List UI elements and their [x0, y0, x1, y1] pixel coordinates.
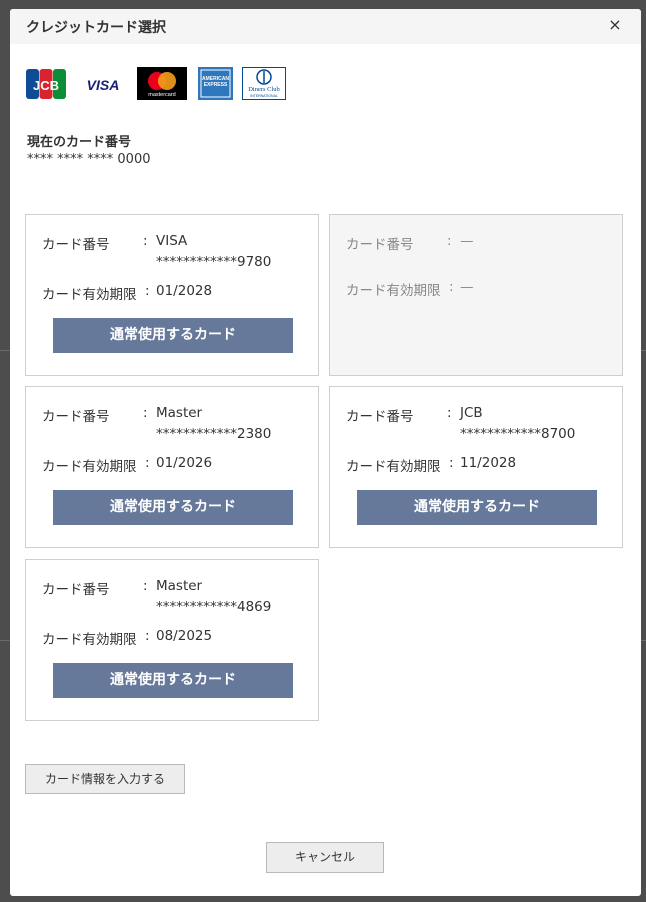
- card-expiry: 01/2028: [156, 283, 213, 299]
- card-expiry-label: カード有効期限: [42, 632, 137, 648]
- colon: :: [145, 455, 150, 471]
- mastercard-logo-icon: mastercard: [137, 67, 187, 100]
- colon: :: [143, 578, 148, 594]
- card-expiry-label: カード有効期限: [346, 283, 441, 299]
- card-number-label: カード番号: [346, 237, 414, 253]
- colon: :: [449, 455, 454, 471]
- card-expiry: 01/2026: [156, 455, 213, 471]
- card-brand: Master: [156, 578, 203, 594]
- card-slot-4: カード番号 : JCB ************8700 カード有効期限 : 1…: [329, 386, 623, 548]
- card-number-label: カード番号: [42, 409, 110, 425]
- visa-logo-text: VISA: [87, 77, 120, 93]
- diners-club-logo-icon: Diners Club INTERNATIONAL: [242, 67, 286, 100]
- card-brand: JCB: [460, 405, 483, 421]
- card-number-label: カード番号: [42, 237, 110, 253]
- colon: :: [145, 628, 150, 644]
- jcb-logo-text: JCB: [33, 78, 59, 93]
- current-card-label: 現在のカード番号: [27, 135, 132, 150]
- card-select-modal: クレジットカード選択 × JCB VISA mastercard AMERICA…: [10, 9, 641, 896]
- card-number: ************8700: [460, 426, 576, 442]
- diners-logo-text: Diners Club: [248, 86, 280, 93]
- card-brand: VISA: [156, 233, 188, 249]
- card-expiry-label: カード有効期限: [42, 287, 137, 303]
- card-expiry: 08/2025: [156, 628, 213, 644]
- use-as-default-button[interactable]: 通常使用するカード: [53, 490, 293, 525]
- card-slot-3: カード番号 : Master ************2380 カード有効期限 …: [25, 386, 319, 548]
- card-slot-2: カード番号 : — カード有効期限 : —: [329, 214, 623, 376]
- card-expiry-label: カード有効期限: [346, 459, 441, 475]
- enter-card-info-button[interactable]: カード情報を入力する: [25, 764, 185, 794]
- amex-logo-icon: AMERICAN EXPRESS: [198, 67, 233, 100]
- use-as-default-button[interactable]: 通常使用するカード: [357, 490, 597, 525]
- card-expiry: —: [460, 279, 474, 295]
- colon: :: [143, 233, 148, 249]
- colon: :: [449, 279, 454, 295]
- colon: :: [143, 405, 148, 421]
- close-button[interactable]: ×: [607, 16, 623, 34]
- card-number: ************4869: [156, 599, 272, 615]
- card-expiry: 11/2028: [460, 455, 517, 471]
- card-number: ************2380: [156, 426, 272, 442]
- card-slot-1: カード番号 : VISA ************9780 カード有効期限 : …: [25, 214, 319, 376]
- colon: :: [447, 405, 452, 421]
- colon: :: [145, 283, 150, 299]
- modal-header: クレジットカード選択 ×: [10, 9, 641, 44]
- mastercard-logo-text: mastercard: [148, 92, 176, 98]
- use-as-default-button[interactable]: 通常使用するカード: [53, 663, 293, 698]
- card-number-label: カード番号: [42, 582, 110, 598]
- jcb-logo-icon: JCB: [26, 69, 66, 99]
- card-brand: Master: [156, 405, 203, 421]
- card-expiry-label: カード有効期限: [42, 459, 137, 475]
- use-as-default-button[interactable]: 通常使用するカード: [53, 318, 293, 353]
- amex-logo-text: AMERICAN EXPRESS: [202, 76, 229, 88]
- card-number: ************9780: [156, 254, 272, 270]
- diners-logo-subtext: INTERNATIONAL: [250, 94, 278, 98]
- current-card-number: **** **** **** 0000: [27, 152, 151, 167]
- card-number-label: カード番号: [346, 409, 414, 425]
- colon: :: [447, 233, 452, 249]
- modal-title: クレジットカード選択: [26, 20, 166, 36]
- card-slot-5: カード番号 : Master ************4869 カード有効期限 …: [25, 559, 319, 721]
- card-brand: —: [460, 233, 474, 249]
- cancel-button[interactable]: キャンセル: [266, 842, 384, 873]
- visa-logo-icon: VISA: [87, 77, 120, 93]
